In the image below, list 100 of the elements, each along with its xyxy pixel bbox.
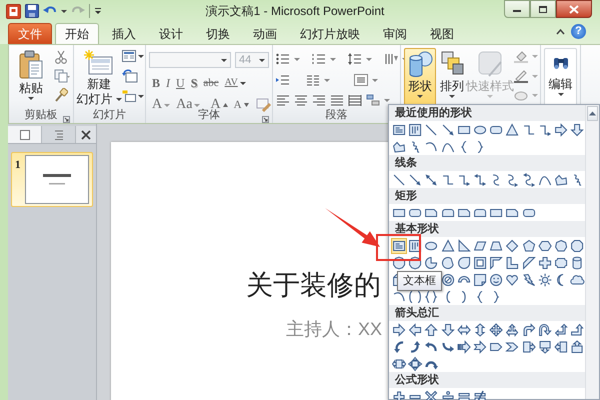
- chord-icon[interactable]: [440, 254, 456, 270]
- teardrop-icon[interactable]: [456, 254, 472, 270]
- pie-icon[interactable]: [423, 254, 440, 270]
- shrink-font-button[interactable]: A: [230, 97, 252, 113]
- copy-icon[interactable]: [54, 69, 70, 83]
- quad-arrow-callout-icon[interactable]: [407, 356, 424, 372]
- indent-icon[interactable]: [276, 74, 290, 86]
- character-spacing-button[interactable]: AV: [222, 75, 249, 91]
- dialog-launcher-icon[interactable]: [63, 116, 70, 123]
- caret-icon[interactable]: [221, 58, 227, 62]
- section-icon[interactable]: [122, 90, 136, 102]
- striped-arrow-icon[interactable]: [456, 338, 472, 354]
- diagonal-stripe-icon[interactable]: [520, 254, 537, 270]
- division-sign-icon[interactable]: [440, 388, 456, 400]
- elbow-double-arrow-icon[interactable]: [472, 172, 488, 188]
- strikethrough-button[interactable]: abc: [200, 75, 222, 91]
- justify-icon[interactable]: [330, 94, 344, 106]
- align-right-icon[interactable]: [312, 94, 326, 106]
- font-color-button[interactable]: A: [149, 97, 174, 113]
- plus-sign-icon[interactable]: [391, 388, 408, 400]
- ribbon-tab[interactable]: 设计: [149, 23, 193, 44]
- caret-icon[interactable]: [558, 93, 564, 96]
- slides-tab[interactable]: [8, 126, 42, 143]
- ribbon-tab[interactable]: 视图: [420, 23, 464, 44]
- numbering-icon[interactable]: [312, 53, 326, 65]
- arrow-callout-icon[interactable]: [569, 338, 586, 354]
- multiply-sign-icon[interactable]: [423, 388, 440, 400]
- not-equal-sign-icon[interactable]: [472, 388, 488, 400]
- triangle-icon[interactable]: [440, 238, 456, 254]
- arrow-callout-icon[interactable]: [536, 338, 553, 354]
- up-arrow-icon[interactable]: [423, 322, 440, 338]
- columns-icon[interactable]: [306, 74, 320, 86]
- bent-up-arrow-icon[interactable]: [569, 322, 586, 338]
- slide-thumbnail-item[interactable]: 1: [11, 152, 93, 207]
- format-painter-icon[interactable]: [54, 88, 68, 102]
- caret-icon[interactable]: [259, 58, 265, 62]
- sun-icon[interactable]: [536, 272, 553, 288]
- lightning-bolt-icon[interactable]: [520, 272, 537, 288]
- align-text-icon[interactable]: [354, 74, 368, 86]
- frame-icon[interactable]: [472, 254, 488, 270]
- scissors-icon[interactable]: [54, 50, 68, 64]
- align-center-icon[interactable]: [294, 94, 308, 106]
- scroll-up-button[interactable]: [587, 106, 598, 121]
- curved-double-arrow-icon[interactable]: [520, 172, 537, 188]
- caret-icon[interactable]: [449, 95, 455, 98]
- close-button[interactable]: [556, 0, 592, 18]
- collapse-ribbon-icon[interactable]: [556, 28, 565, 35]
- caret-icon[interactable]: [61, 10, 67, 12]
- reset-icon[interactable]: [122, 69, 138, 83]
- smiley-icon[interactable]: [488, 272, 504, 288]
- ribbon-tab[interactable]: 幻灯片放映: [290, 23, 370, 44]
- three-way-arrow-icon[interactable]: [504, 322, 520, 338]
- underline-button[interactable]: U: [173, 75, 188, 91]
- ribbon-tab[interactable]: 动画: [243, 23, 287, 44]
- ribbon-tab[interactable]: 开始: [55, 23, 99, 44]
- octagon-icon[interactable]: [569, 238, 586, 254]
- caret-icon[interactable]: [138, 54, 144, 58]
- caret-icon[interactable]: [240, 82, 246, 84]
- ribbon-tab[interactable]: 切换: [196, 23, 240, 44]
- line-spacing-icon[interactable]: [348, 53, 362, 65]
- app-icon[interactable]: [6, 4, 21, 18]
- slide-title[interactable]: 关于装修的: [246, 270, 381, 302]
- caret-icon[interactable]: [138, 94, 144, 98]
- distributed-icon[interactable]: [348, 94, 362, 106]
- right-arrow-icon[interactable]: [391, 322, 408, 338]
- bent-arrow-icon[interactable]: [520, 322, 537, 338]
- italic-button[interactable]: I: [163, 75, 174, 91]
- layout-icon[interactable]: [122, 50, 136, 62]
- l-shape-icon[interactable]: [504, 254, 520, 270]
- cross-icon[interactable]: [536, 254, 553, 270]
- arrow-callout-icon[interactable]: [520, 338, 537, 354]
- down-arrow-icon[interactable]: [569, 122, 586, 138]
- right-arrow-icon[interactable]: [552, 122, 570, 138]
- triangle-icon[interactable]: [504, 122, 520, 138]
- left-arrow-icon[interactable]: [407, 322, 424, 338]
- text-direction-icon[interactable]: [384, 53, 398, 65]
- paste-button[interactable]: 粘贴: [12, 48, 50, 108]
- vertical-text-box-icon[interactable]: [407, 122, 424, 138]
- decagon-icon[interactable]: [391, 254, 408, 270]
- decagon-icon[interactable]: [407, 254, 424, 270]
- down-arrow-icon[interactable]: [440, 322, 456, 338]
- slide-thumbnail[interactable]: [25, 155, 89, 204]
- caret-icon[interactable]: [116, 98, 122, 102]
- maximize-button[interactable]: [530, 0, 556, 18]
- text-box-icon[interactable]: [391, 238, 408, 254]
- font-name-field[interactable]: [149, 52, 231, 68]
- u-turn-arrow-icon[interactable]: [536, 322, 553, 338]
- new-slide-button[interactable]: 新建 幻灯片: [77, 48, 121, 108]
- shadow-button[interactable]: S: [188, 75, 200, 91]
- outline-icon[interactable]: [514, 70, 528, 82]
- caret-icon[interactable]: [417, 95, 423, 98]
- bold-button[interactable]: B: [149, 75, 164, 91]
- ribbon-tab[interactable]: 插入: [102, 23, 146, 44]
- smartart-icon[interactable]: [366, 94, 380, 106]
- align-left-icon[interactable]: [276, 94, 290, 106]
- bullets-icon[interactable]: [276, 53, 290, 65]
- half-frame-icon[interactable]: [488, 254, 504, 270]
- arrow-callout-icon[interactable]: [552, 338, 570, 354]
- folded-corner-icon[interactable]: [472, 272, 488, 288]
- no-symbol-icon[interactable]: [440, 272, 456, 288]
